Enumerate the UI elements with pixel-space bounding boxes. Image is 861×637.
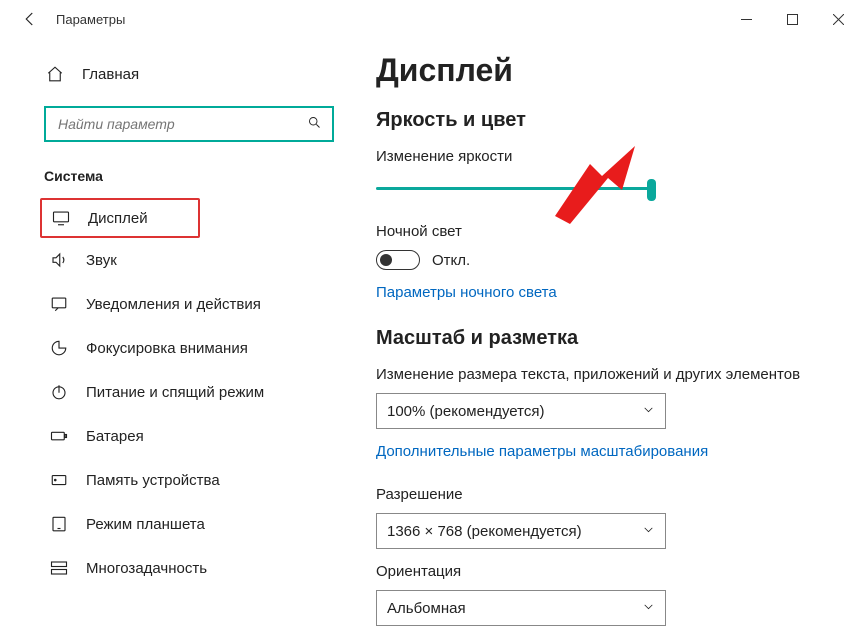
focus-icon	[48, 339, 70, 357]
maximize-icon	[787, 14, 798, 25]
sidebar-item-battery[interactable]: Батарея	[44, 414, 336, 458]
arrow-left-icon	[21, 10, 39, 28]
chevron-down-icon	[642, 523, 655, 540]
search-icon	[307, 115, 322, 134]
search-box[interactable]	[44, 106, 334, 142]
orientation-label: Ориентация	[376, 563, 851, 580]
brightness-slider[interactable]	[376, 177, 656, 201]
sidebar-item-label: Многозадачность	[86, 560, 207, 577]
sidebar-item-label: Батарея	[86, 428, 144, 445]
sidebar-item-notifications[interactable]: Уведомления и действия	[44, 282, 336, 326]
night-light-toggle[interactable]	[376, 250, 420, 270]
scale-description: Изменение размера текста, приложений и д…	[376, 366, 851, 383]
multitask-icon	[48, 559, 70, 577]
night-light-settings-link[interactable]: Параметры ночного света	[376, 284, 851, 301]
sidebar-item-power[interactable]: Питание и спящий режим	[44, 370, 336, 414]
home-icon	[44, 65, 66, 83]
sidebar-item-label: Звук	[86, 252, 117, 269]
chevron-down-icon	[642, 600, 655, 617]
minimize-icon	[741, 14, 752, 25]
chevron-down-icon	[642, 403, 655, 420]
sidebar: Главная Система Дисплей Звук Уведо	[0, 38, 350, 637]
sidebar-home[interactable]: Главная	[44, 56, 336, 92]
sidebar-home-label: Главная	[82, 66, 139, 83]
close-button[interactable]	[815, 0, 861, 38]
resolution-label: Разрешение	[376, 486, 851, 503]
tablet-icon	[48, 515, 70, 533]
sidebar-item-sound[interactable]: Звук	[44, 238, 336, 282]
battery-icon	[48, 427, 70, 445]
power-icon	[48, 383, 70, 401]
sidebar-item-label: Память устройства	[86, 472, 220, 489]
resolution-value: 1366 × 768 (рекомендуется)	[387, 523, 582, 540]
sidebar-item-focus[interactable]: Фокусировка внимания	[44, 326, 336, 370]
slider-track	[376, 187, 656, 190]
scale-select[interactable]: 100% (рекомендуется)	[376, 393, 666, 429]
close-icon	[833, 14, 844, 25]
sidebar-item-label: Уведомления и действия	[86, 296, 261, 313]
orientation-select[interactable]: Альбомная	[376, 590, 666, 626]
window-title: Параметры	[56, 12, 125, 27]
storage-icon	[48, 471, 70, 489]
sidebar-item-label: Питание и спящий режим	[86, 384, 264, 401]
resolution-select[interactable]: 1366 × 768 (рекомендуется)	[376, 513, 666, 549]
maximize-button[interactable]	[769, 0, 815, 38]
notifications-icon	[48, 295, 70, 313]
toggle-knob	[380, 254, 392, 266]
night-light-state: Откл.	[432, 252, 470, 269]
page-title: Дисплей	[376, 52, 851, 89]
sidebar-item-tablet[interactable]: Режим планшета	[44, 502, 336, 546]
main-content: Дисплей Яркость и цвет Изменение яркости…	[350, 38, 861, 637]
sidebar-item-label: Режим планшета	[86, 516, 205, 533]
minimize-button[interactable]	[723, 0, 769, 38]
scale-section-title: Масштаб и разметка	[376, 327, 851, 350]
sidebar-item-display[interactable]: Дисплей	[40, 198, 200, 238]
sound-icon	[48, 251, 70, 269]
sidebar-item-multitask[interactable]: Многозадачность	[44, 546, 336, 590]
advanced-scaling-link[interactable]: Дополнительные параметры масштабирования	[376, 443, 851, 460]
brightness-section-title: Яркость и цвет	[376, 109, 851, 132]
sidebar-section-title: Система	[44, 168, 336, 184]
scale-value: 100% (рекомендуется)	[387, 403, 544, 420]
slider-thumb[interactable]	[647, 179, 656, 201]
search-input[interactable]	[56, 115, 307, 133]
titlebar: Параметры	[0, 0, 861, 38]
sidebar-item-storage[interactable]: Память устройства	[44, 458, 336, 502]
sidebar-item-label: Фокусировка внимания	[86, 340, 248, 357]
sidebar-item-label: Дисплей	[88, 210, 148, 227]
brightness-label: Изменение яркости	[376, 148, 851, 165]
window-controls	[723, 0, 861, 38]
night-light-label: Ночной свет	[376, 223, 851, 240]
back-button[interactable]	[8, 0, 52, 38]
orientation-value: Альбомная	[387, 600, 466, 617]
display-icon	[50, 209, 72, 227]
